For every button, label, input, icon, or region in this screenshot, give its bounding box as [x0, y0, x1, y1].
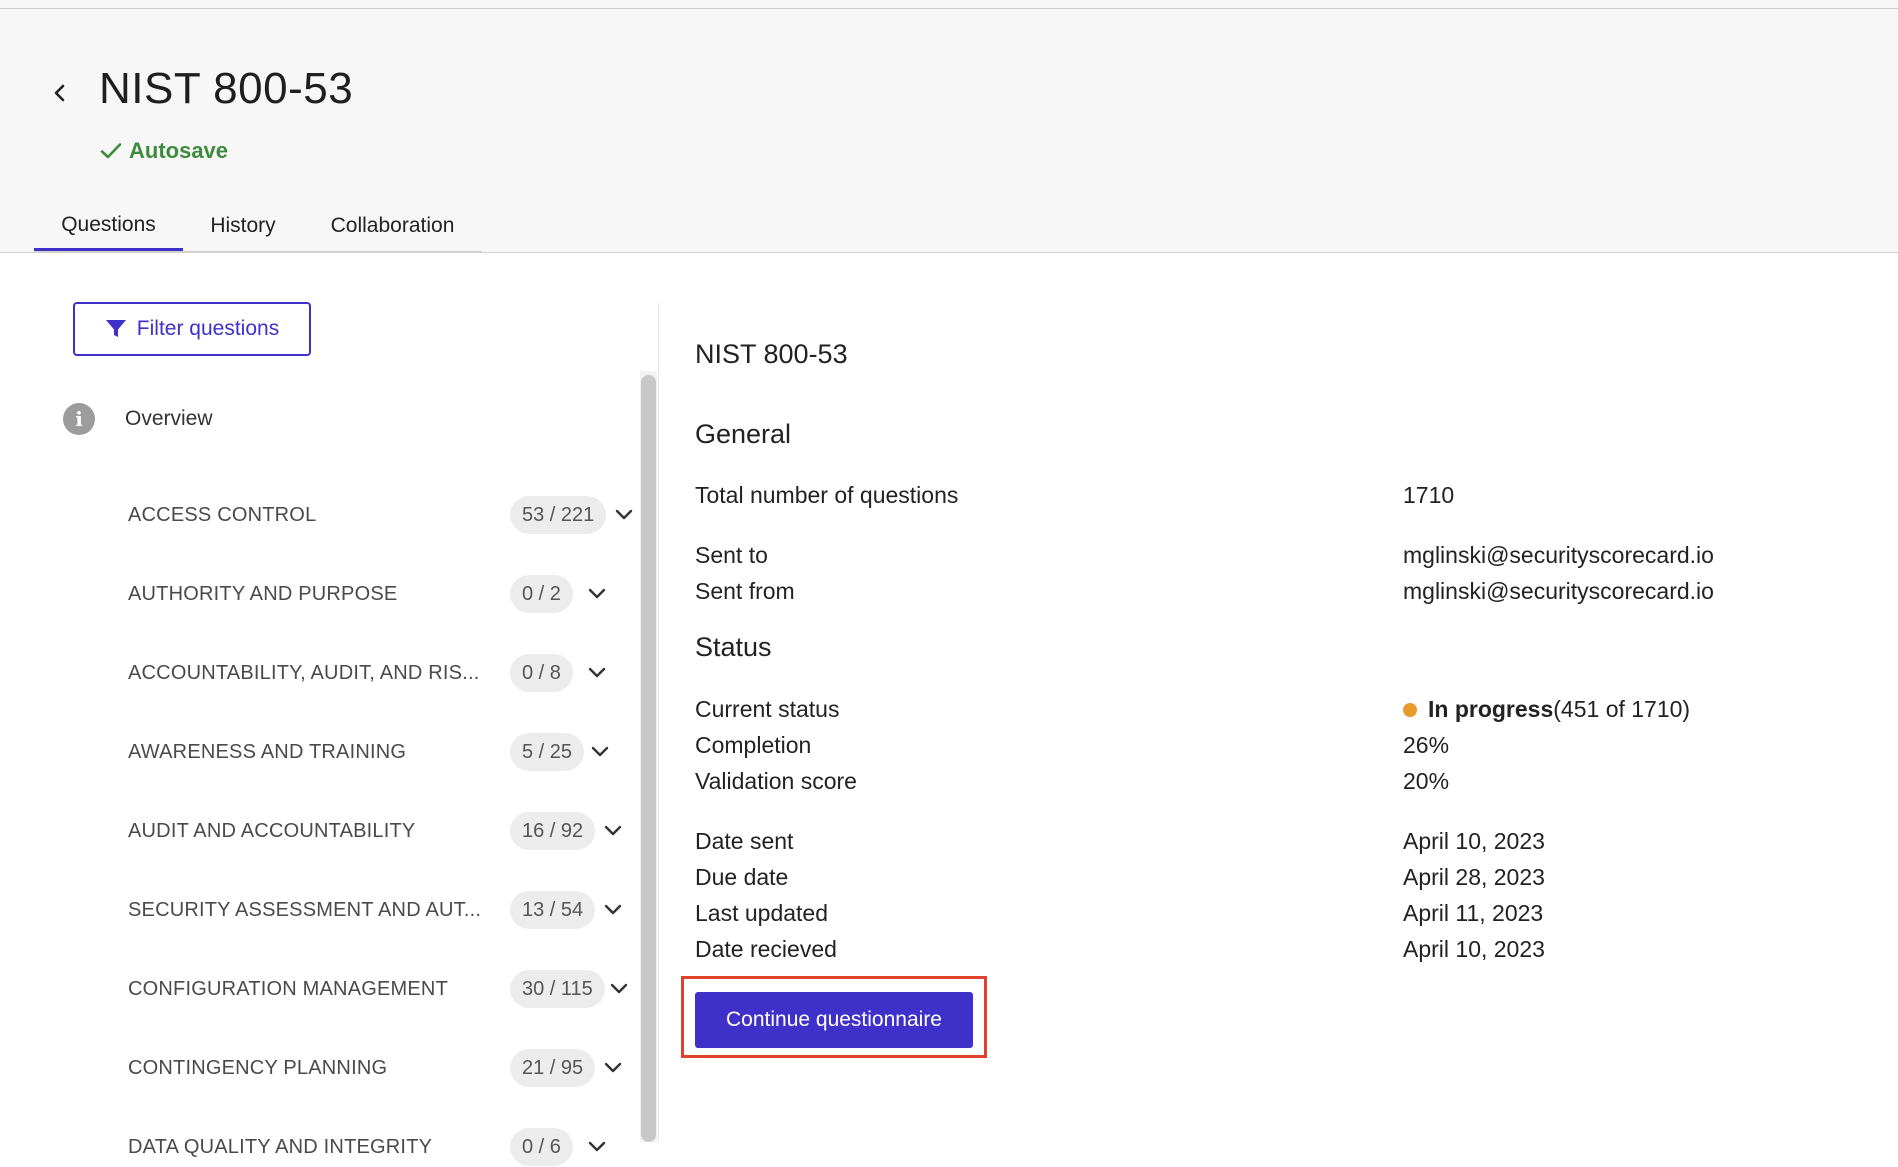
status-dot-icon: [1403, 702, 1417, 717]
date-sent-value: April 10, 2023: [1403, 828, 1545, 854]
date-sent-label: Date sent: [695, 828, 794, 854]
section-name: SECURITY ASSESSMENT AND AUT...: [128, 898, 482, 921]
tab-history[interactable]: History: [183, 201, 303, 251]
status-progress-count: (451 of 1710): [1553, 696, 1691, 722]
section-name: AWARENESS AND TRAINING: [128, 740, 407, 763]
top-border: [0, 0, 1898, 9]
section-item-awareness-and-training[interactable]: AWARENESS AND TRAINING 5 / 25: [128, 732, 640, 772]
autosave-status: Autosave: [99, 138, 228, 164]
chevron-down-icon[interactable]: [609, 982, 629, 996]
section-name: ACCOUNTABILITY, AUDIT, AND RIS...: [128, 661, 480, 684]
section-count-badge: 0 / 6: [510, 1128, 573, 1166]
section-item-data-quality[interactable]: DATA QUALITY AND INTEGRITY 0 / 6: [128, 1127, 640, 1167]
section-name: CONTINGENCY PLANNING: [128, 1056, 388, 1079]
page-header: NIST 800-53 Autosave Questions History C…: [0, 9, 1898, 253]
chevron-down-icon[interactable]: [614, 508, 634, 522]
section-name: CONFIGURATION MANAGEMENT: [128, 977, 448, 1000]
validation-score-label: Validation score: [695, 768, 857, 794]
sent-to-label: Sent to: [695, 542, 768, 568]
back-button[interactable]: [46, 75, 74, 111]
overview-label: Overview: [125, 407, 213, 430]
section-name: AUTHORITY AND PURPOSE: [128, 582, 398, 605]
section-count-badge: 53 / 221: [510, 496, 607, 534]
check-icon: [99, 139, 123, 163]
section-count-badge: 16 / 92: [510, 812, 596, 850]
completion-value: 26%: [1403, 732, 1450, 758]
sidebar: Filter questions i Overview ACCESS CONTR…: [0, 253, 660, 1166]
section-item-contingency-planning[interactable]: CONTINGENCY PLANNING 21 / 95: [128, 1048, 640, 1088]
last-updated-label: Last updated: [695, 900, 829, 926]
sent-to-value: mglinski@securityscorecard.io: [1403, 542, 1714, 568]
section-name: ACCESS CONTROL: [128, 503, 317, 526]
section-count-badge: 0 / 8: [510, 654, 573, 692]
due-date-value: April 28, 2023: [1403, 864, 1545, 890]
section-count-badge: 0 / 2: [510, 575, 573, 613]
info-icon: i: [63, 403, 95, 435]
section-item-authority-and-purpose[interactable]: AUTHORITY AND PURPOSE 0 / 2: [128, 574, 640, 614]
chevron-down-icon[interactable]: [603, 1061, 623, 1075]
status-heading: Status: [695, 632, 772, 662]
date-received-label: Date recieved: [695, 936, 837, 962]
detail-title: NIST 800-53: [695, 339, 848, 369]
overview-item[interactable]: i Overview: [63, 403, 213, 435]
section-item-audit-and-accountability[interactable]: AUDIT AND ACCOUNTABILITY 16 / 92: [128, 811, 640, 851]
chevron-down-icon[interactable]: [590, 745, 610, 759]
general-heading: General: [695, 419, 792, 449]
section-name: DATA QUALITY AND INTEGRITY: [128, 1135, 433, 1158]
filter-questions-button[interactable]: Filter questions: [73, 302, 311, 356]
tab-collaboration[interactable]: Collaboration: [303, 201, 482, 251]
section-count-badge: 21 / 95: [510, 1049, 596, 1087]
date-received-value: April 10, 2023: [1403, 936, 1545, 962]
chevron-down-icon[interactable]: [587, 666, 607, 680]
section-item-access-control[interactable]: ACCESS CONTROL 53 / 221: [128, 495, 640, 535]
section-item-configuration-management[interactable]: CONFIGURATION MANAGEMENT 30 / 115: [128, 969, 640, 1009]
section-count-badge: 5 / 25: [510, 733, 585, 771]
current-status-label: Current status: [695, 696, 840, 722]
scrollbar-thumb[interactable]: [641, 375, 656, 1142]
panel-divider: [658, 303, 659, 1142]
section-count-badge: 13 / 54: [510, 891, 596, 929]
filter-questions-label: Filter questions: [136, 317, 280, 340]
total-questions-label: Total number of questions: [695, 482, 959, 508]
chevron-down-icon[interactable]: [603, 903, 623, 917]
section-name: AUDIT AND ACCOUNTABILITY: [128, 819, 416, 842]
continue-questionnaire-button[interactable]: Continue questionnaire: [695, 992, 973, 1048]
sidebar-scrollbar[interactable]: [640, 371, 657, 1142]
section-item-security-assessment[interactable]: SECURITY ASSESSMENT AND AUT... 13 / 54: [128, 890, 640, 930]
sent-from-value: mglinski@securityscorecard.io: [1403, 578, 1714, 604]
status-text: In progress: [1428, 696, 1554, 722]
completion-label: Completion: [695, 732, 812, 758]
chevron-down-icon[interactable]: [587, 1140, 607, 1154]
last-updated-value: April 11, 2023: [1403, 900, 1544, 926]
validation-score-value: 20%: [1403, 768, 1450, 794]
page-title: NIST 800-53: [99, 64, 354, 113]
total-questions-value: 1710: [1403, 482, 1455, 508]
section-count-badge: 30 / 115: [510, 970, 605, 1008]
chevron-down-icon[interactable]: [587, 587, 607, 601]
autosave-label: Autosave: [129, 138, 229, 163]
current-status-value: In progress (451 of 1710): [1403, 696, 1690, 723]
due-date-label: Due date: [695, 864, 789, 890]
section-item-accountability-audit[interactable]: ACCOUNTABILITY, AUDIT, AND RIS... 0 / 8: [128, 653, 640, 693]
tab-bar: Questions History Collaboration: [34, 201, 482, 253]
tab-questions[interactable]: Questions: [34, 201, 183, 251]
sent-from-label: Sent from: [695, 578, 795, 604]
filter-icon: [105, 319, 127, 339]
chevron-left-icon: [46, 75, 74, 111]
chevron-down-icon[interactable]: [603, 824, 623, 838]
